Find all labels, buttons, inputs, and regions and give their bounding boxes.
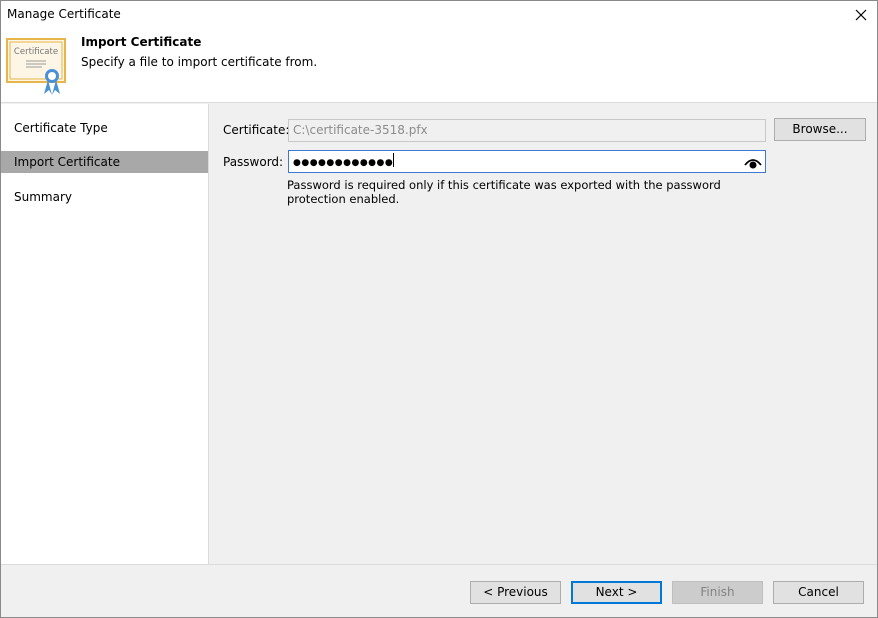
eye-icon[interactable] xyxy=(744,155,762,169)
previous-button[interactable]: < Previous xyxy=(470,581,561,604)
browse-button[interactable]: Browse... xyxy=(774,118,866,141)
manage-certificate-window: Manage Certificate Certificate Import Ce… xyxy=(0,0,878,618)
window-title: Manage Certificate xyxy=(7,7,121,21)
certificate-icon-text: Certificate xyxy=(14,47,58,57)
wizard-footer: < Previous Next > Finish Cancel xyxy=(1,564,877,618)
sidebar-item-certificate-type[interactable]: Certificate Type xyxy=(1,117,208,139)
next-button[interactable]: Next > xyxy=(571,581,662,604)
sidebar-item-summary[interactable]: Summary xyxy=(1,186,208,208)
wizard-steps-sidebar: Certificate Type Import Certificate Summ… xyxy=(1,104,209,564)
finish-button[interactable]: Finish xyxy=(672,581,763,604)
close-icon xyxy=(855,9,867,21)
title-bar: Manage Certificate xyxy=(1,1,877,29)
password-field[interactable]: ●●●●●●●●●●●● xyxy=(288,150,766,173)
wizard-header: Certificate Import Certificate Specify a… xyxy=(1,29,877,103)
wizard-content: Certificate: C:\certificate-3518.pfx Bro… xyxy=(210,104,877,564)
certificate-path-field[interactable]: C:\certificate-3518.pfx xyxy=(288,119,766,142)
sidebar-item-import-certificate[interactable]: Import Certificate xyxy=(1,151,208,173)
password-hint: Password is required only if this certif… xyxy=(287,178,721,206)
password-label: Password: xyxy=(223,155,284,169)
page-title: Import Certificate xyxy=(81,35,202,49)
password-mask: ●●●●●●●●●●●● xyxy=(293,158,394,168)
page-subtitle: Specify a file to import certificate fro… xyxy=(81,55,318,69)
text-caret xyxy=(393,153,395,167)
certificate-icon: Certificate xyxy=(6,38,66,95)
certificate-label: Certificate: xyxy=(223,123,290,137)
cancel-button[interactable]: Cancel xyxy=(773,581,864,604)
close-button[interactable] xyxy=(845,1,877,29)
